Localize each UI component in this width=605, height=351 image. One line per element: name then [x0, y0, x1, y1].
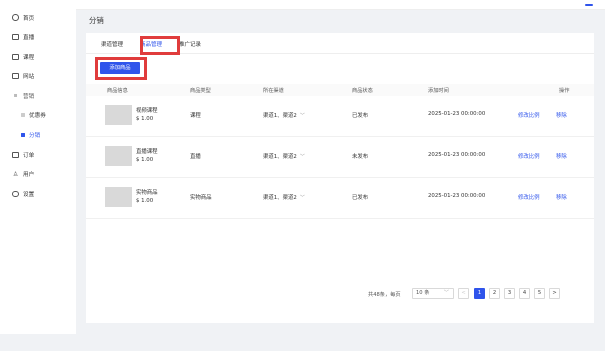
column-header: 商品类型 — [190, 88, 211, 94]
sidebar-item-distribution[interactable]: 分销 — [0, 131, 76, 140]
sidebar-item-coupon[interactable]: 优惠券 — [0, 111, 76, 120]
channel-select[interactable]: 渠道1、渠道2 ﹀ — [263, 152, 305, 160]
sidebar-item-label: 分销 — [29, 133, 41, 140]
page-button-2[interactable]: 2 — [489, 288, 500, 299]
sidebar-item-label: 优惠券 — [29, 113, 46, 120]
product-status: 已发布 — [352, 195, 369, 201]
product-name: 直播课程 — [136, 149, 158, 155]
order-icon — [12, 151, 19, 158]
table-row: 视频课程 $ 1.00 课程 渠道1、渠道2 ﹀ 已发布 2025-01-23 0… — [86, 96, 594, 137]
sidebar-item-live[interactable]: 直播 — [0, 33, 76, 42]
top-bar — [0, 0, 605, 10]
page-button-1[interactable]: 1 — [474, 288, 485, 299]
product-price: $ 1.00 — [136, 198, 154, 204]
sidebar-item-label: 直播 — [23, 35, 35, 42]
next-page-button[interactable]: > — [549, 288, 560, 299]
added-time: 2025-01-23 00:00:00 — [428, 193, 486, 199]
product-name: 实物商品 — [136, 190, 158, 196]
bullet-icon — [21, 113, 25, 118]
product-type: 直播 — [190, 154, 201, 160]
chevron-down-icon: ﹀ — [299, 195, 305, 201]
product-status: 未发布 — [352, 154, 369, 160]
marketing-icon: ▪ — [13, 92, 18, 100]
sidebar-item-home[interactable]: 首页 — [0, 13, 76, 22]
sidebar-item-label: 营销 — [23, 93, 35, 100]
sidebar-item-label: 课程 — [23, 54, 35, 61]
tab-highlight-box — [140, 36, 180, 55]
page-size-select[interactable]: 10 条 ﹀ — [412, 288, 454, 299]
sidebar-item-course[interactable]: 课程 — [0, 52, 76, 61]
product-thumbnail — [105, 146, 132, 166]
added-time: 2025-01-23 00:00:00 — [428, 111, 486, 117]
channel-value: 渠道1、渠道2 — [263, 154, 297, 160]
remove-link[interactable]: 移除 — [556, 111, 567, 119]
channel-value: 渠道1、渠道2 — [263, 113, 297, 119]
pagination: 共48条，每页 10 条 ﹀ < 1 2 3 4 5 > — [86, 288, 594, 300]
product-price: $ 1.00 — [136, 116, 154, 122]
table-row: 实物商品 $ 1.00 实物商品 渠道1、渠道2 ﹀ 已发布 2025-01-23… — [86, 178, 594, 219]
content-card: 渠道管理 商品管理 推广记录 添加商品 商品信息 商品类型 所在渠道 商品状态 … — [86, 33, 594, 323]
added-time: 2025-01-23 00:00:00 — [428, 152, 486, 158]
sidebar-item-order[interactable]: 订单 — [0, 150, 76, 159]
sidebar-item-label: 首页 — [23, 15, 35, 22]
prev-page-button[interactable]: < — [458, 288, 469, 299]
edit-ratio-link[interactable]: 修改比例 — [518, 193, 540, 201]
channel-select[interactable]: 渠道1、渠道2 ﹀ — [263, 193, 305, 201]
button-highlight-box — [95, 57, 147, 80]
tab-channel-management[interactable]: 渠道管理 — [101, 41, 123, 50]
sidebar-item-label: 用户 — [23, 172, 35, 179]
chevron-down-icon: ﹀ — [299, 154, 305, 160]
tab-promotion-records[interactable]: 推广记录 — [179, 41, 201, 50]
edit-ratio-link[interactable]: 修改比例 — [518, 111, 540, 119]
bullet-icon — [21, 133, 25, 138]
course-icon — [12, 53, 19, 60]
page-size-value: 10 条 — [416, 290, 430, 296]
settings-icon — [12, 190, 19, 198]
product-thumbnail — [105, 105, 132, 125]
table-row: 直播课程 $ 1.00 直播 渠道1、渠道2 ﹀ 未发布 2025-01-23 0… — [86, 137, 594, 178]
product-type: 实物商品 — [190, 195, 212, 201]
home-icon — [12, 14, 19, 21]
channel-select[interactable]: 渠道1、渠道2 ﹀ — [263, 111, 305, 119]
column-header: 商品信息 — [107, 88, 128, 94]
total-count: 共48条，每页 — [368, 292, 401, 298]
sidebar-item-settings[interactable]: 设置 — [0, 189, 76, 198]
sidebar-item-user[interactable]: ♙ 用户 — [0, 170, 76, 179]
page-button-5[interactable]: 5 — [534, 288, 545, 299]
page-button-4[interactable]: 4 — [519, 288, 530, 299]
website-icon — [12, 73, 19, 80]
chevron-down-icon: ﹀ — [443, 290, 449, 296]
product-name: 视频课程 — [136, 108, 158, 114]
user-icon: ♙ — [12, 170, 19, 178]
remove-link[interactable]: 移除 — [556, 193, 567, 201]
live-icon — [12, 34, 19, 41]
sidebar-item-marketing[interactable]: ▪ 营销 — [0, 91, 76, 100]
remove-link[interactable]: 移除 — [556, 152, 567, 160]
page-title: 分销 — [89, 16, 104, 25]
product-price: $ 1.00 — [136, 157, 154, 163]
sidebar-item-label: 网站 — [23, 74, 35, 81]
edit-ratio-link[interactable]: 修改比例 — [518, 152, 540, 160]
channel-value: 渠道1、渠道2 — [263, 195, 297, 201]
column-header: 商品状态 — [352, 88, 373, 94]
column-header: 添加时间 — [428, 88, 449, 94]
table-header: 商品信息 商品类型 所在渠道 商品状态 添加时间 操作 — [86, 84, 594, 96]
column-header: 所在渠道 — [263, 88, 284, 94]
product-status: 已发布 — [352, 113, 369, 119]
product-thumbnail — [105, 187, 132, 207]
column-header: 操作 — [559, 88, 570, 94]
page-button-3[interactable]: 3 — [504, 288, 515, 299]
product-type: 课程 — [190, 113, 201, 119]
top-bar-accent — [585, 4, 593, 6]
chevron-down-icon: ﹀ — [299, 113, 305, 119]
sidebar: 首页 直播 课程 网站 ▪ 营销 优惠券 分销 订单 ♙ 用户 设置 — [0, 0, 76, 334]
sidebar-item-label: 设置 — [23, 191, 35, 198]
sidebar-item-website[interactable]: 网站 — [0, 72, 76, 81]
sidebar-item-label: 订单 — [23, 152, 35, 159]
